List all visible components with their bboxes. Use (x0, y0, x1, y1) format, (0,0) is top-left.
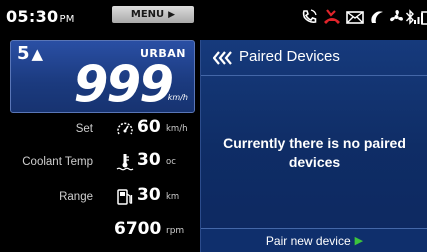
menu-button[interactable]: MENU ▶ (112, 6, 194, 23)
missed-call-icon (324, 9, 340, 24)
gear-indicator: 5 ▲ (17, 43, 43, 64)
menu-button-label: MENU (130, 9, 165, 20)
clock-ampm: PM (59, 14, 75, 25)
coolant-temp-unit: oc (166, 157, 176, 167)
speed-unit: km/h (167, 93, 188, 102)
coolant-temp-label: Coolant Temp (22, 156, 93, 168)
music-icon (371, 11, 383, 23)
rpm-unit: rpm (166, 226, 185, 236)
battery-icon (421, 11, 427, 25)
fuel-pump-icon (117, 189, 133, 205)
back-icon[interactable] (213, 51, 233, 65)
cruise-speedometer-icon (117, 122, 133, 135)
no-devices-message: Currently there is no paired devices (223, 135, 406, 170)
range-row: Range 30 km (0, 185, 197, 209)
play-arrow-icon: ▶ (168, 9, 176, 20)
message-icon (346, 11, 364, 24)
clock: 05:30PM (6, 7, 75, 26)
range-unit: km (166, 192, 180, 202)
speed-value: 999 (73, 55, 174, 113)
pair-new-device-label: Pair new device (265, 233, 351, 248)
paired-devices-panel: Paired Devices Currently there is no pai… (200, 40, 427, 252)
coolant-thermometer-icon (116, 154, 134, 171)
gear-up-arrow-icon: ▲ (31, 45, 44, 63)
set-speed-value: 60 (137, 117, 161, 137)
paired-devices-header: Paired Devices (201, 40, 427, 76)
range-value: 30 (137, 185, 161, 205)
speed-panel: 5 ▲ URBAN 999 km/h (10, 40, 195, 113)
fan-icon (390, 10, 403, 22)
paired-devices-title: Paired Devices (239, 48, 340, 65)
status-bar: 05:30PM MENU ▶ (0, 0, 427, 33)
pair-new-device-button[interactable]: Pair new device ▶ (201, 228, 427, 252)
range-label: Range (59, 191, 93, 203)
set-speed-row: Set 60 km/h (0, 117, 197, 141)
call-icon (302, 9, 317, 23)
rpm-value: 6700 (114, 219, 162, 239)
set-speed-label: Set (75, 123, 93, 135)
coolant-temp-value: 30 (137, 150, 161, 170)
gear-number: 5 (17, 43, 30, 64)
coolant-temp-row: Coolant Temp 30 oc (0, 150, 197, 174)
clock-time: 05:30 (6, 7, 59, 26)
set-speed-unit: km/h (166, 124, 188, 134)
play-arrow-icon: ▶ (354, 235, 364, 247)
